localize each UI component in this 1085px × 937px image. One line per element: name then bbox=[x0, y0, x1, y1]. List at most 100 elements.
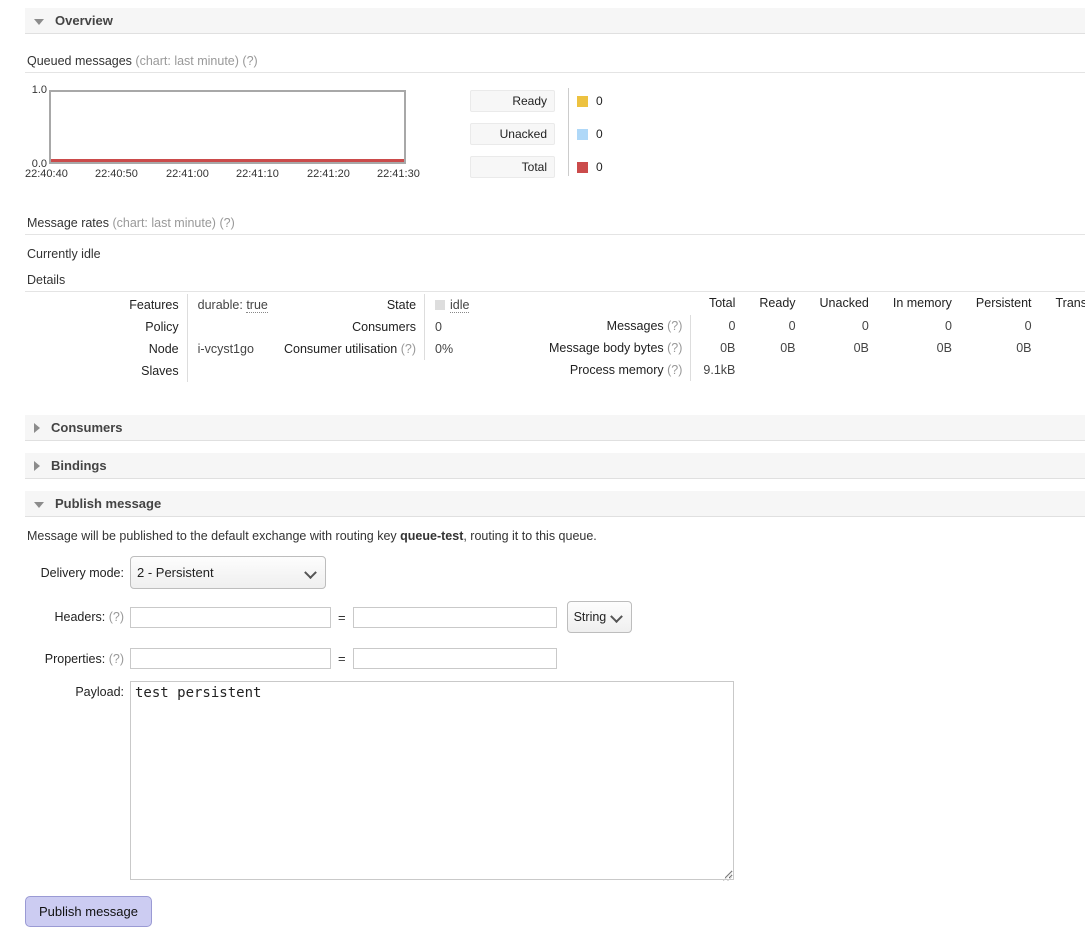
headers-help-icon[interactable]: (?) bbox=[109, 610, 124, 624]
row-label-consumer-utilisation: Consumer utilisation (?) bbox=[280, 338, 425, 360]
message-rates-heading: Message rates (chart: last minute) (?) bbox=[25, 212, 1085, 235]
section-header-publish-message[interactable]: Publish message bbox=[25, 491, 1085, 517]
stats-cell: 0B bbox=[747, 337, 807, 359]
stats-cell bbox=[808, 359, 881, 381]
message-rates-title: Message rates bbox=[27, 216, 109, 230]
legend-row-ready: Ready 0 bbox=[470, 90, 603, 112]
stats-row-label-message-body-bytes: Message body bytes (?) bbox=[545, 337, 691, 359]
properties-value-input[interactable] bbox=[353, 648, 557, 669]
stats-col-in-memory: In memory bbox=[881, 294, 964, 315]
stats-cell: 0 bbox=[691, 315, 747, 337]
legend-value-ready: 0 bbox=[596, 94, 603, 108]
headers-value-input[interactable] bbox=[353, 607, 557, 628]
stats-row-label-process-memory: Process memory (?) bbox=[545, 359, 691, 381]
queued-messages-subtitle: (chart: last minute) bbox=[135, 54, 239, 68]
chart-plot-area bbox=[49, 90, 406, 164]
stats-cell: 0 bbox=[881, 315, 964, 337]
status-badge[interactable]: idle bbox=[450, 298, 469, 313]
headers-type-select-wrap: String bbox=[567, 601, 632, 633]
legend-swatch-total bbox=[577, 162, 588, 173]
headers-label: Headers: (?) bbox=[25, 610, 130, 624]
stats-cell bbox=[1044, 315, 1085, 337]
properties-equals: = bbox=[338, 651, 346, 666]
consumer-utilisation-text: Consumer utilisation bbox=[284, 342, 397, 356]
stats-messages-text: Messages bbox=[607, 319, 664, 333]
legend-row-unacked: Unacked 0 bbox=[470, 123, 603, 145]
table-row: State idle bbox=[280, 294, 479, 316]
section-header-bindings[interactable]: Bindings bbox=[25, 453, 1085, 479]
chart-xtick-2: 22:41:00 bbox=[166, 168, 209, 180]
payload-row: Payload: bbox=[25, 681, 734, 883]
stats-col-total: Total bbox=[691, 294, 747, 315]
stats-cell bbox=[747, 359, 807, 381]
payload-textarea[interactable] bbox=[130, 681, 734, 880]
details-heading: Details bbox=[25, 269, 1085, 292]
table-row: Consumer utilisation (?) 0% bbox=[280, 338, 479, 360]
queued-messages-title: Queued messages bbox=[27, 54, 132, 68]
consumer-utilisation-help-icon[interactable]: (?) bbox=[401, 342, 416, 356]
message-rates-subtitle: (chart: last minute) bbox=[112, 216, 216, 230]
chart-xtick-0: 22:40:40 bbox=[25, 168, 68, 180]
payload-label: Payload: bbox=[25, 681, 130, 699]
payload-wrap bbox=[130, 681, 734, 883]
process-memory-help-icon[interactable]: (?) bbox=[667, 363, 682, 377]
row-value-slaves bbox=[187, 360, 425, 382]
stats-cell: 0B bbox=[691, 337, 747, 359]
section-title-publish-message: Publish message bbox=[55, 496, 161, 511]
chart-legend: Ready 0 Unacked 0 Total 0 bbox=[470, 90, 603, 189]
chart-xtick-1: 22:40:50 bbox=[95, 168, 138, 180]
legend-button-unacked[interactable]: Unacked bbox=[470, 123, 555, 145]
message-rates-status: Currently idle bbox=[25, 243, 101, 265]
legend-value-unacked: 0 bbox=[596, 127, 603, 141]
message-rates-help-icon[interactable]: (?) bbox=[219, 216, 234, 230]
queued-messages-help-icon[interactable]: (?) bbox=[242, 54, 257, 68]
messages-help-icon[interactable]: (?) bbox=[667, 319, 682, 333]
features-durable-label: durable: bbox=[198, 298, 243, 312]
section-header-consumers[interactable]: Consumers bbox=[25, 415, 1085, 441]
row-value-state: idle bbox=[425, 294, 480, 316]
queue-state-table: State idle Consumers 0 Consumer utilisat… bbox=[280, 294, 479, 360]
headers-key-input[interactable] bbox=[130, 607, 331, 628]
queued-messages-heading: Queued messages (chart: last minute) (?) bbox=[25, 50, 1085, 73]
legend-divider bbox=[568, 88, 569, 176]
publish-routing-key: queue-test bbox=[400, 529, 463, 543]
section-header-overview[interactable]: Overview bbox=[25, 8, 1085, 34]
stats-cell: 9.1kB bbox=[691, 359, 747, 381]
chart-xtick-3: 22:41:10 bbox=[236, 168, 279, 180]
stats-cell: 0 bbox=[964, 315, 1044, 337]
table-row: Message body bytes (?) 0B 0B 0B 0B 0B bbox=[545, 337, 1085, 359]
table-row: Messages (?) 0 0 0 0 0 bbox=[545, 315, 1085, 337]
stats-col-transient: Transient bbox=[1044, 294, 1085, 315]
legend-button-ready[interactable]: Ready bbox=[470, 90, 555, 112]
headers-label-text: Headers: bbox=[55, 610, 106, 624]
chart-ytick-max: 1.0 bbox=[25, 84, 47, 96]
stats-row-label-messages: Messages (?) bbox=[545, 315, 691, 337]
delivery-mode-label: Delivery mode: bbox=[25, 566, 130, 580]
message-body-bytes-help-icon[interactable]: (?) bbox=[667, 341, 682, 355]
properties-help-icon[interactable]: (?) bbox=[109, 652, 124, 666]
headers-type-select[interactable]: String bbox=[567, 601, 632, 633]
publish-message-button[interactable]: Publish message bbox=[25, 896, 152, 927]
row-label-consumers: Consumers bbox=[280, 316, 425, 338]
stats-col-ready: Ready bbox=[747, 294, 807, 315]
legend-swatch-unacked bbox=[577, 129, 588, 140]
row-label-policy: Policy bbox=[25, 316, 187, 338]
publish-note: Message will be published to the default… bbox=[27, 529, 597, 543]
row-label-features: Features bbox=[25, 294, 187, 316]
properties-label: Properties: (?) bbox=[25, 652, 130, 666]
queued-messages-chart: 1.0 0.0 22:40:40 22:40:50 22:41:00 22:41… bbox=[25, 80, 645, 185]
features-durable-value[interactable]: true bbox=[246, 298, 268, 313]
row-label-node: Node bbox=[25, 338, 187, 360]
stats-cell: 0B bbox=[881, 337, 964, 359]
stats-cell bbox=[1044, 359, 1085, 381]
legend-button-total[interactable]: Total bbox=[470, 156, 555, 178]
properties-key-input[interactable] bbox=[130, 648, 331, 669]
delivery-mode-select[interactable]: 2 - Persistent bbox=[130, 556, 326, 589]
chevron-down-icon bbox=[34, 19, 44, 25]
legend-value-total: 0 bbox=[596, 160, 603, 174]
legend-swatch-ready bbox=[577, 96, 588, 107]
table-row: Process memory (?) 9.1kB bbox=[545, 359, 1085, 381]
stats-cell: 0B bbox=[808, 337, 881, 359]
state-indicator-icon bbox=[435, 300, 445, 310]
chevron-right-icon bbox=[34, 423, 40, 433]
